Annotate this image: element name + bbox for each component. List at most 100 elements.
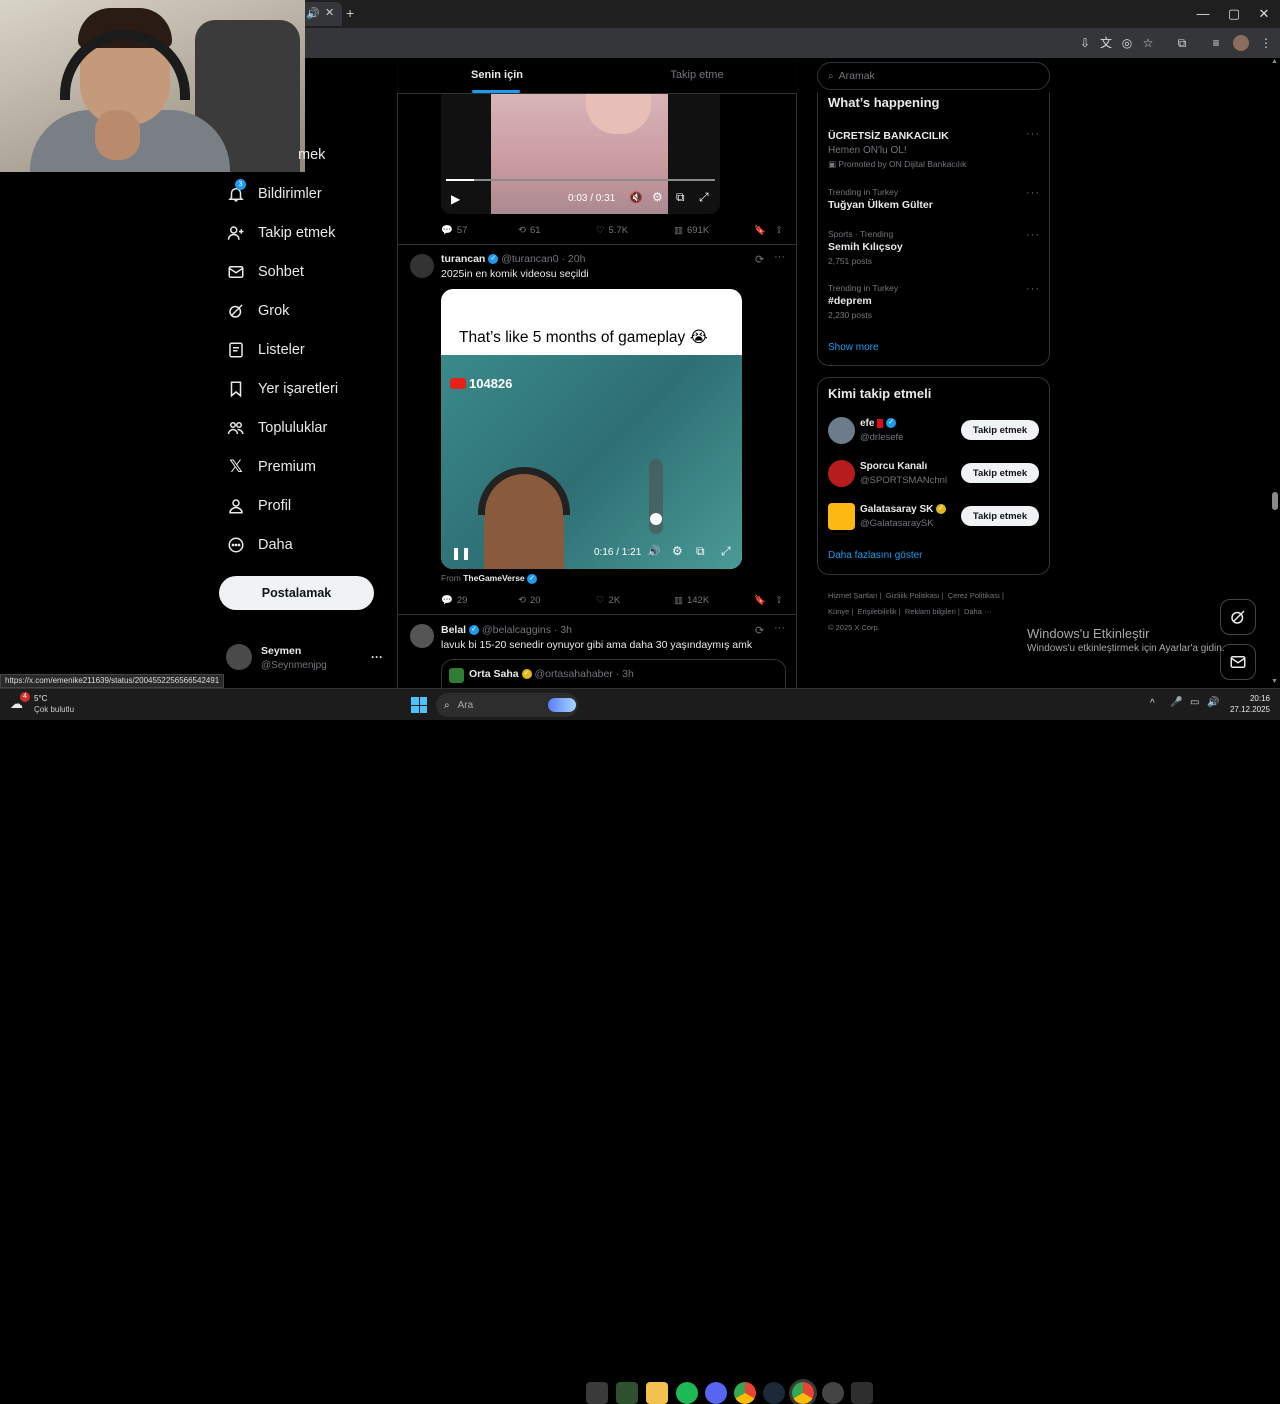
footer-link[interactable]: Hizmet Şartları bbox=[828, 591, 878, 600]
author-handle[interactable]: @belalcaggins bbox=[482, 624, 551, 636]
footer-link[interactable]: Çerez Politikası bbox=[948, 591, 1000, 600]
pip-icon[interactable]: ⧉ bbox=[696, 544, 705, 559]
video-player[interactable]: ▶ 0:03 / 0:31 🔇 ⚙ ⧉ ⤢ bbox=[441, 94, 720, 214]
trend-item[interactable]: Trending in Turkey #deprem 2,230 posts ·… bbox=[828, 283, 1043, 320]
nav-item-listeler[interactable]: Listeler bbox=[226, 333, 305, 367]
more-icon[interactable]: ··· bbox=[1026, 187, 1040, 199]
weather-widget[interactable]: ☁ 4 5°C Çok bulutlu bbox=[10, 692, 100, 717]
app-icon[interactable] bbox=[822, 1382, 844, 1404]
show-more-link[interactable]: Daha fazlasını göster bbox=[828, 550, 923, 561]
more-icon[interactable]: ··· bbox=[774, 622, 785, 634]
author-handle[interactable]: @turancan0 bbox=[501, 253, 558, 265]
profile-avatar[interactable] bbox=[1233, 35, 1249, 51]
nav-item-takip[interactable]: Takip etmek bbox=[226, 216, 335, 250]
maximize-button[interactable]: ▢ bbox=[1224, 5, 1244, 23]
nav-item-topluluklar[interactable]: Topluluklar bbox=[226, 411, 327, 445]
grok-icon[interactable]: ⟳ bbox=[755, 253, 764, 266]
file-explorer-icon[interactable] bbox=[646, 1382, 668, 1404]
install-icon[interactable]: ⇩ bbox=[1076, 34, 1094, 52]
mute-icon[interactable]: 🔊 bbox=[647, 545, 661, 558]
nav-item-yer-isaretleri[interactable]: Yer işaretleri bbox=[226, 372, 338, 406]
video-player[interactable]: That’s like 5 months of gameplay 😭 10482… bbox=[441, 289, 742, 569]
chrome-icon[interactable] bbox=[734, 1382, 756, 1404]
pip-icon[interactable]: ⧉ bbox=[676, 190, 685, 205]
quoted-post[interactable]: Orta Saha ✓ @ortasahahaber · 3h bbox=[441, 659, 786, 688]
fullscreen-icon[interactable]: ⤢ bbox=[721, 544, 731, 559]
footer-link[interactable]: Reklam bilgileri bbox=[905, 607, 956, 616]
account-more-icon[interactable]: ··· bbox=[371, 650, 383, 664]
views-button[interactable]: ▥ 691K bbox=[674, 225, 709, 236]
star-icon[interactable]: ☆ bbox=[1139, 34, 1157, 52]
more-icon[interactable]: ··· bbox=[1026, 229, 1040, 241]
views-button[interactable]: ▥ 142K bbox=[674, 595, 709, 606]
repost-button[interactable]: ⟲ 20 bbox=[518, 595, 541, 606]
taskbar-search[interactable]: ⌕ Ara bbox=[436, 693, 578, 717]
tray-chevron-icon[interactable]: ^ bbox=[1150, 698, 1155, 709]
task-view-icon[interactable] bbox=[586, 1382, 608, 1404]
nav-item-grok[interactable]: Grok bbox=[226, 294, 289, 328]
author-name[interactable]: Belal bbox=[441, 624, 466, 636]
nav-partial-label[interactable]: mek bbox=[298, 147, 325, 163]
author-name[interactable]: turancan bbox=[441, 253, 485, 265]
tab-following[interactable]: Takip etme bbox=[597, 58, 797, 94]
settings-icon[interactable]: ⚙ bbox=[652, 190, 663, 204]
mute-icon[interactable]: 🔇 bbox=[629, 191, 643, 204]
trend-item[interactable]: Sports · Trending Semih Kılıçsoy 2,751 p… bbox=[828, 229, 1043, 266]
follow-suggestion[interactable]: Sporcu Kanalı @SPORTSMANchnl Takip etmek bbox=[828, 460, 1040, 488]
audio-icon[interactable]: 🔊 bbox=[306, 7, 320, 20]
grok-icon[interactable]: ⟳ bbox=[755, 624, 764, 637]
eye-off-icon[interactable]: ◎ bbox=[1118, 34, 1136, 52]
follow-suggestion[interactable]: efe ✓ @drlesefe Takip etmek bbox=[828, 417, 1040, 445]
avatar[interactable] bbox=[410, 624, 434, 648]
discord-icon[interactable] bbox=[705, 1382, 727, 1404]
extensions-icon[interactable]: ⧉ bbox=[1173, 34, 1191, 52]
volume-icon[interactable]: 🔊 bbox=[1207, 697, 1219, 708]
share-icon[interactable]: ⇪ bbox=[775, 225, 783, 236]
share-icon[interactable]: ⇪ bbox=[775, 595, 783, 606]
start-button[interactable] bbox=[411, 697, 427, 713]
clock[interactable]: 20:16 27.12.2025 bbox=[1225, 693, 1270, 715]
more-icon[interactable]: ··· bbox=[774, 251, 785, 263]
follow-button[interactable]: Takip etmek bbox=[961, 463, 1039, 483]
new-tab-button[interactable]: + bbox=[346, 5, 354, 21]
footer-link[interactable]: Künye bbox=[828, 607, 849, 616]
post-time[interactable]: · 20h bbox=[561, 253, 585, 265]
progress-track[interactable] bbox=[446, 179, 715, 181]
nav-item-sohbet[interactable]: Sohbet bbox=[226, 255, 304, 289]
reply-button[interactable]: 💬 57 bbox=[441, 225, 467, 236]
more-icon[interactable]: ··· bbox=[1026, 128, 1040, 140]
settings-icon[interactable]: ⚙ bbox=[672, 544, 683, 558]
browser-tab[interactable]: 🔊 ✕ bbox=[300, 2, 342, 26]
post-time[interactable]: · 3h bbox=[554, 624, 572, 636]
more-icon[interactable]: ··· bbox=[1026, 283, 1040, 295]
grok-float-button[interactable] bbox=[1220, 599, 1256, 635]
media-icon[interactable]: ≡ bbox=[1207, 34, 1225, 52]
menu-icon[interactable]: ⋮ bbox=[1257, 34, 1275, 52]
repost-button[interactable]: ⟲ 61 bbox=[518, 225, 541, 236]
footer-link[interactable]: Gizlilik Politikası bbox=[886, 591, 940, 600]
nav-item-premium[interactable]: 𝕏 Premium bbox=[226, 450, 316, 484]
search-input[interactable]: ⌕ Aramak bbox=[817, 62, 1050, 90]
steam-icon[interactable] bbox=[763, 1382, 785, 1404]
translate-icon[interactable]: 文 bbox=[1097, 34, 1115, 52]
tab-for-you[interactable]: Senin için bbox=[397, 58, 597, 94]
network-icon[interactable]: ▭ bbox=[1190, 697, 1199, 708]
scroll-up-icon[interactable]: ▲ bbox=[1271, 58, 1278, 65]
pause-icon[interactable]: ❚❚ bbox=[451, 546, 471, 560]
scrollbar[interactable]: ▲ ▼ bbox=[1270, 58, 1280, 688]
play-icon[interactable]: ▶ bbox=[451, 192, 460, 206]
minimize-button[interactable]: — bbox=[1193, 5, 1213, 23]
scrollbar-thumb[interactable] bbox=[1272, 492, 1278, 510]
nav-item-profil[interactable]: Profil bbox=[226, 489, 291, 523]
reply-button[interactable]: 💬 29 bbox=[441, 595, 467, 606]
nav-item-bildirimler[interactable]: 3 Bildirimler bbox=[226, 177, 322, 211]
messages-float-button[interactable] bbox=[1220, 644, 1256, 680]
follow-button[interactable]: Takip etmek bbox=[961, 420, 1039, 440]
bookmark-icon[interactable]: 🔖 bbox=[754, 595, 766, 606]
nav-item-daha[interactable]: Daha bbox=[226, 528, 293, 562]
close-tab-icon[interactable]: ✕ bbox=[325, 6, 334, 19]
volume-knob[interactable] bbox=[650, 513, 662, 525]
scroll-down-icon[interactable]: ▼ bbox=[1271, 678, 1278, 685]
trend-item[interactable]: ÜCRETSİZ BANKACILIK Hemen ON'lu OL! ▣ Pr… bbox=[828, 128, 1043, 170]
chrome-active-icon[interactable] bbox=[792, 1382, 814, 1404]
